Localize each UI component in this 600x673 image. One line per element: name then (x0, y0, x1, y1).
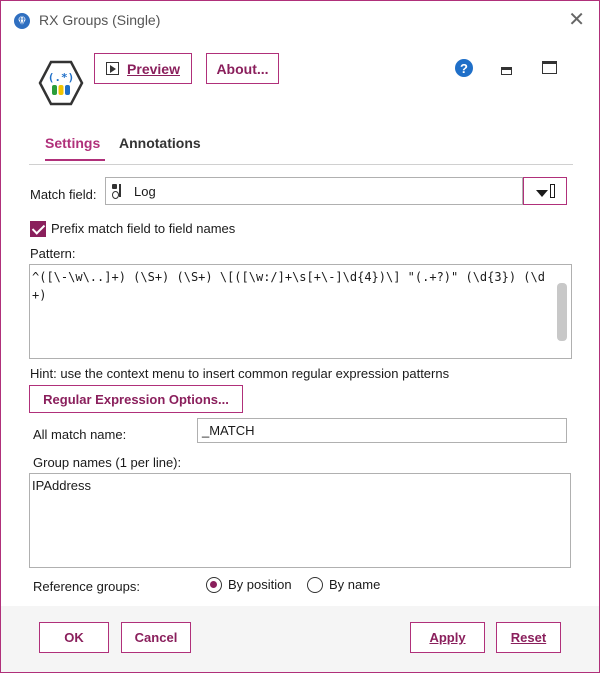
by-name-radio[interactable] (307, 577, 323, 593)
window-title: RX Groups (Single) (39, 12, 161, 28)
reset-button-label: Reset (510, 630, 547, 645)
apply-button-label: Apply (429, 630, 466, 645)
pattern-scrollbar[interactable] (557, 283, 567, 341)
prefix-checkbox-label: Prefix match field to field names (51, 221, 236, 236)
by-position-radio[interactable] (206, 577, 222, 593)
tab-annotations[interactable]: Annotations (119, 135, 201, 159)
all-match-name-input[interactable]: _MATCH (197, 418, 567, 443)
hint-text: Hint: use the context menu to insert com… (30, 366, 450, 381)
reference-groups-label: Reference groups: (33, 579, 140, 594)
dropdown-arrow-icon (535, 189, 548, 197)
regex-options-button[interactable]: Regular Expression Options... (29, 385, 243, 413)
field-type-icon (112, 184, 124, 199)
apply-button[interactable]: Apply (410, 622, 485, 653)
reset-button[interactable]: Reset (496, 622, 561, 653)
pattern-textarea[interactable]: ^([\-\w\..]+) (\S+) (\S+) \[([\w:/]+\s[+… (29, 264, 572, 359)
group-names-textarea[interactable]: IPAddress (29, 473, 571, 568)
about-button-label: About... (216, 60, 269, 77)
preview-button[interactable]: Preview (94, 53, 192, 84)
by-position-label: By position (228, 577, 292, 592)
match-field-label: Match field: (30, 187, 97, 202)
regex-options-label: Regular Expression Options... (43, 391, 229, 407)
pattern-label: Pattern: (30, 246, 76, 261)
dialog-body: (.*) Preview About... ? Settings Annotat… (1, 39, 599, 606)
preview-button-label: Preview (127, 60, 180, 77)
ok-button-label: OK (64, 630, 84, 645)
regex-tool-icon: (.*) (38, 60, 84, 106)
tab-bar: Settings Annotations (29, 131, 573, 165)
dialog-footer: OK Cancel Apply Reset (1, 606, 599, 672)
match-field-value: Log (134, 183, 156, 199)
match-field-dropdown-button[interactable] (523, 177, 567, 205)
about-button[interactable]: About... (206, 53, 279, 84)
prefix-checkbox[interactable] (30, 221, 46, 237)
cancel-button[interactable]: Cancel (121, 622, 191, 653)
play-icon (106, 62, 120, 75)
cancel-button-label: Cancel (134, 630, 178, 645)
app-diamond-icon (14, 13, 30, 29)
by-name-label: By name (329, 577, 381, 592)
dialog-window: RX Groups (Single) ✕ (.*) Preview About.… (0, 0, 600, 673)
tab-settings[interactable]: Settings (45, 135, 105, 161)
title-bar: RX Groups (Single) ✕ (1, 1, 599, 39)
close-icon[interactable]: ✕ (568, 7, 585, 32)
group-names-label: Group names (1 per line): (33, 455, 182, 470)
help-icon[interactable]: ? (455, 59, 473, 77)
all-match-name-label: All match name: (33, 427, 127, 442)
svg-text:(.*): (.*) (48, 71, 75, 84)
minimize-icon[interactable] (501, 67, 512, 75)
ok-button[interactable]: OK (39, 622, 109, 653)
maximize-icon[interactable] (542, 61, 557, 74)
match-field-select[interactable]: Log (105, 177, 523, 205)
